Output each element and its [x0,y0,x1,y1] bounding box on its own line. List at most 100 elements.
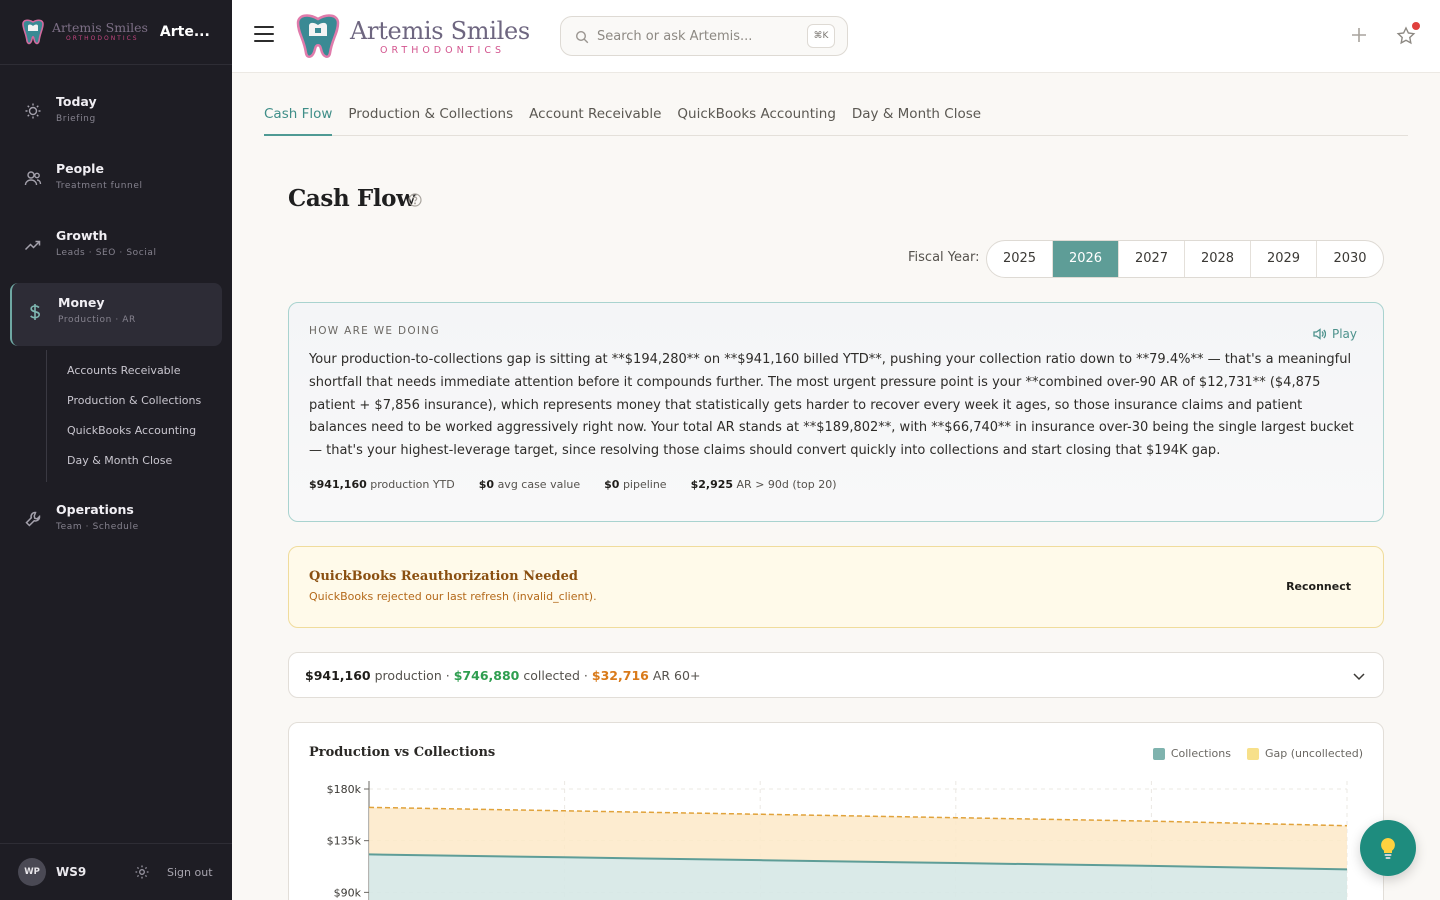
tab-bar: Cash Flow Production & Collections Accou… [264,103,1408,136]
stat-value: $0 [604,477,620,491]
avatar[interactable]: WP [18,858,46,886]
sidebar-footer: WP WS9 Sign out [0,843,232,900]
stat-value: $2,925 [690,477,734,491]
user-name: WS9 [56,865,87,879]
fiscal-year-2025[interactable]: 2025 [987,241,1053,277]
page-title: Cash Flow [288,185,416,212]
topbar: Artemis Smiles ORTHODONTICS ⌘K [232,0,1440,73]
dollar-icon [30,304,41,320]
search-input[interactable] [597,17,797,55]
stat-value: $0 [478,477,495,491]
summary-collected-value: $746,880 [453,667,520,683]
chart-title: Production vs Collections [309,745,496,760]
fiscal-year-2030[interactable]: 2030 [1317,241,1383,277]
stat-label: AR > 90d (top 20) [736,477,837,491]
alert-title: QuickBooks Reauthorization Needed [309,569,578,584]
legend-swatch [1152,747,1165,760]
sidebar-item-title: Today [56,94,97,109]
tab-account-receivable[interactable]: Account Receivable [529,103,661,136]
people-icon [24,171,42,186]
stat-label: production YTD [370,477,455,491]
topbar-brand-sub: ORTHODONTICS [380,45,505,56]
play-label: Play [1331,327,1357,341]
sun-icon [25,103,41,119]
submenu-item-quickbooks-accounting[interactable]: QuickBooks Accounting [47,416,232,446]
stat-label: avg case value [497,477,581,491]
stat-production-ytd: $941,160 production YTD [309,478,455,491]
submenu-item-day-month-close[interactable]: Day & Month Close [47,446,232,476]
play-button[interactable]: Play [1312,327,1357,341]
alert-message: QuickBooks rejected our last refresh (in… [309,590,597,603]
gear-icon[interactable] [134,864,150,880]
quickbooks-alert: QuickBooks Reauthorization Needed QuickB… [288,546,1384,628]
summary-ar60-label: AR 60+ [652,667,701,683]
sidebar-item-sub: Production · AR [58,315,136,325]
sidebar-item-title: People [56,161,104,176]
separator: · [583,667,588,683]
legend-swatch [1246,747,1259,760]
briefing-card: HOW ARE WE DOING Play Your production-to… [288,302,1384,522]
stat-avg-case-value: $0 avg case value [479,478,580,491]
stat-value: $941,160 [309,477,367,491]
legend-item-gap[interactable]: Gap (uncollected) [1246,747,1363,760]
hamburger-menu-icon[interactable] [254,26,274,44]
sidebar-brand-name: Artemis Smiles [52,19,148,35]
tab-cash-flow[interactable]: Cash Flow [264,103,333,136]
summary-collected-label: collected [523,667,580,683]
chart-y-tick-label: $180k [327,783,362,796]
tab-quickbooks-accounting[interactable]: QuickBooks Accounting [677,103,835,136]
wrench-icon [25,511,41,527]
search-icon [575,30,589,44]
fiscal-year-2027[interactable]: 2027 [1119,241,1185,277]
stat-pipeline: $0 pipeline [604,478,666,491]
fiscal-year-2028[interactable]: 2028 [1185,241,1251,277]
chart-legend: Collections Gap (uncollected) [1137,747,1363,760]
legend-label: Collections [1170,747,1231,760]
sidebar-item-sub: Treatment funnel [56,181,143,191]
money-submenu: Accounts Receivable Production & Collect… [46,350,232,482]
fiscal-year-label: Fiscal Year: [908,250,980,265]
sidebar-item-sub: Team · Schedule [56,522,139,532]
sidebar-item-operations[interactable]: Operations Team · Schedule [10,490,222,553]
chevron-down-icon[interactable] [1351,668,1367,684]
briefing-stats: $941,160 production YTD $0 avg case valu… [309,478,1363,491]
sidebar-item-sub: Briefing [56,114,96,124]
reconnect-button[interactable]: Reconnect [1286,580,1351,593]
production-vs-collections-chart: $180k $135k $90k Production vs Collections… [288,722,1384,900]
sidebar-item-growth[interactable]: Growth Leads · SEO · Social [10,216,222,279]
briefing-heading: HOW ARE WE DOING [309,325,440,337]
legend-item-collections[interactable]: Collections [1152,747,1231,760]
summary-ar60-value: $32,716 [591,667,649,683]
sidebar-item-people[interactable]: People Treatment funnel [10,149,222,212]
sidebar-item-sub: Leads · SEO · Social [56,248,157,258]
lightbulb-icon [1381,838,1395,859]
summary-production-value: $941,160 [305,667,371,683]
submenu-item-production-collections[interactable]: Production & Collections [47,386,232,416]
tooth-logo-icon [22,19,44,45]
stat-ar-90d: $2,925 AR > 90d (top 20) [691,478,837,491]
help-icon[interactable] [408,193,422,207]
tooth-logo-icon[interactable] [292,11,344,61]
summary-production-label: production [374,667,442,683]
insights-fab[interactable] [1360,820,1416,876]
sidebar-item-title: Money [58,295,105,310]
fiscal-year-2029[interactable]: 2029 [1251,241,1317,277]
fiscal-year-2026[interactable]: 2026 [1053,241,1119,277]
sidebar-item-title: Growth [56,228,108,243]
trend-up-icon [24,240,41,251]
plus-icon[interactable] [1350,26,1368,44]
submenu-item-accounts-receivable[interactable]: Accounts Receivable [47,356,232,386]
main-content: Cash Flow Production & Collections Accou… [232,73,1440,900]
sidebar-item-today[interactable]: Today Briefing [10,82,222,145]
notification-dot [1412,22,1420,30]
sidebar-brand[interactable]: Artemis Smiles ORTHODONTICS Arte... [0,0,232,65]
tab-production-collections[interactable]: Production & Collections [348,103,513,136]
sidebar-item-money[interactable]: Money Production · AR [10,283,222,346]
sidebar-item-title: Operations [56,502,134,517]
sidebar: Artemis Smiles ORTHODONTICS Arte... Toda… [0,0,232,900]
sidebar-brand-short: Arte... [159,24,210,40]
search-box[interactable]: ⌘K [560,16,848,56]
summary-bar[interactable]: $941,160 production · $746,880 collected… [288,652,1384,698]
sign-out-link[interactable]: Sign out [167,866,213,879]
tab-day-month-close[interactable]: Day & Month Close [852,103,981,136]
